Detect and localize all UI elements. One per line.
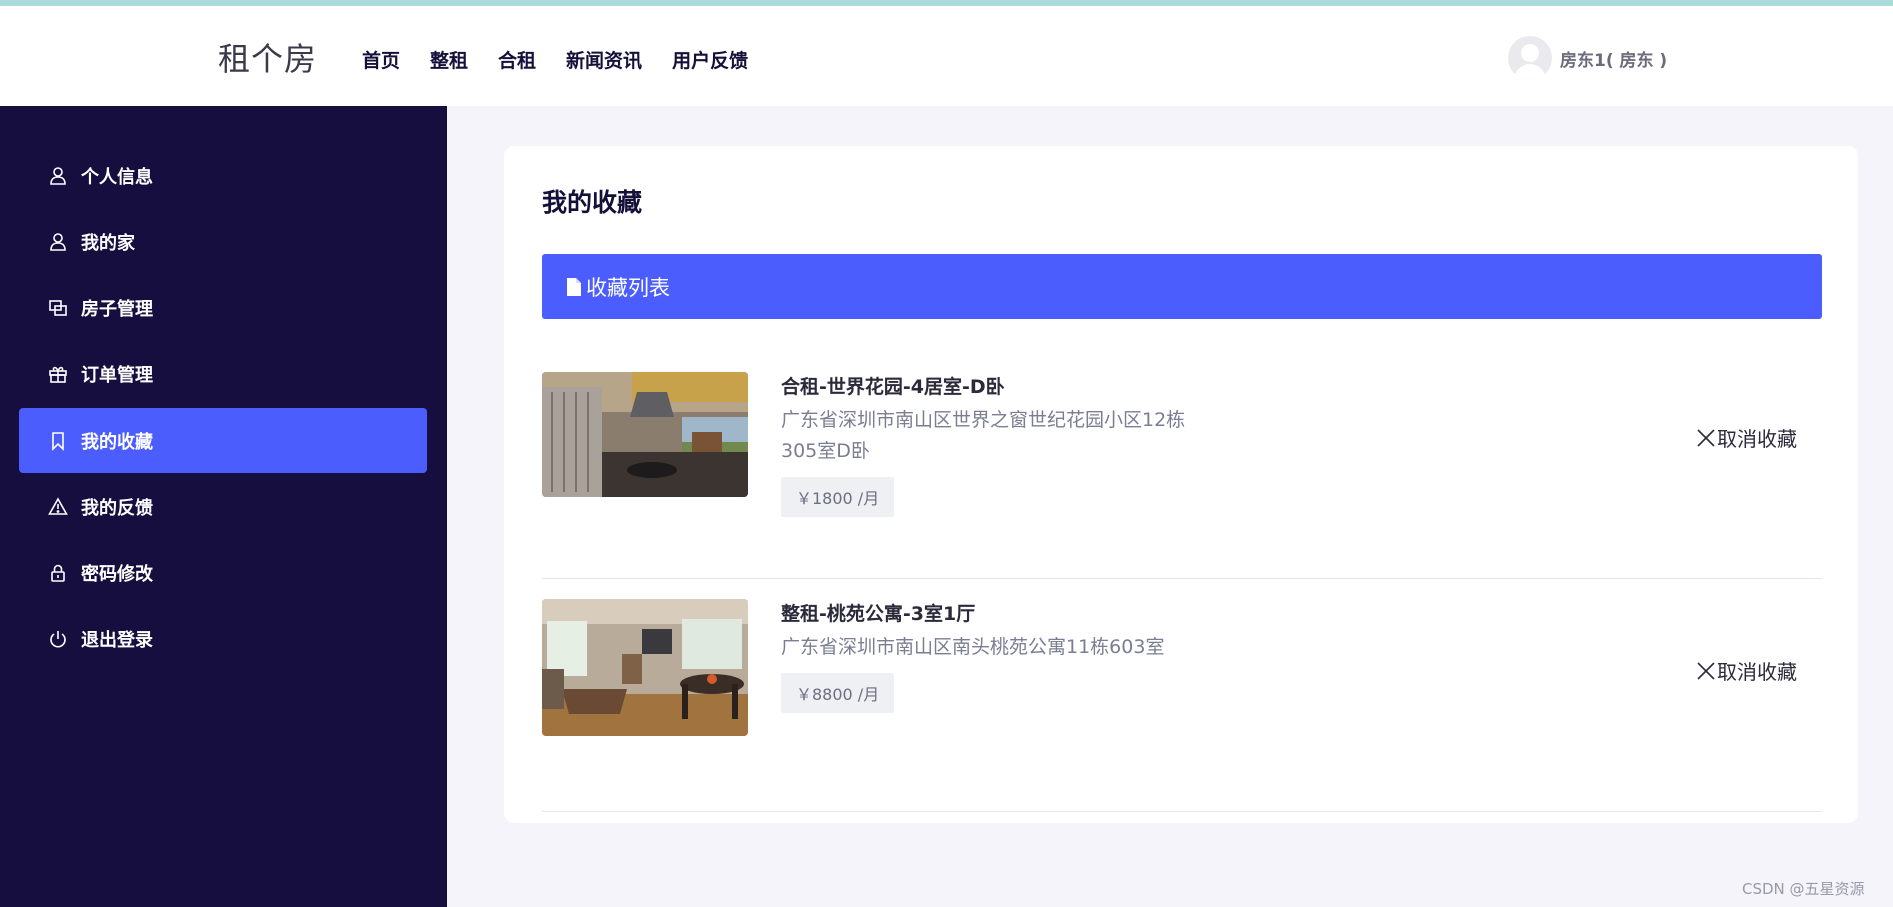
user-avatar-icon[interactable] [1508, 36, 1552, 80]
house-info: 整租-桃苑公寓-3室1厅 广东省深圳市南山区南头桃苑公寓11栋603室 ￥880… [781, 599, 1201, 713]
user-menu[interactable]: 房东1( 房东 ) [1508, 36, 1667, 80]
sidebar-item-label: 密码修改 [81, 563, 153, 585]
header: 租个房 首页 整租 合租 新闻资讯 用户反馈 房东1( 房东 ) [0, 6, 1893, 106]
sidebar-item-label: 房子管理 [81, 298, 153, 320]
nav-feedback[interactable]: 用户反馈 [672, 46, 748, 73]
sidebar-item-my-favorites[interactable]: 我的收藏 [19, 408, 427, 473]
lock-icon [47, 562, 69, 584]
sidebar-item-label: 订单管理 [81, 364, 153, 386]
site-logo[interactable]: 租个房 [218, 34, 317, 80]
price-badge: ￥8800 /月 [781, 673, 895, 713]
power-icon [47, 628, 69, 650]
list-item: 合租-世界花园-4居室-D卧 广东省深圳市南山区世界之窗世纪花园小区12栋305… [542, 346, 1822, 579]
sidebar-item-order-management[interactable]: 订单管理 [19, 341, 427, 406]
sidebar-item-label: 我的家 [81, 232, 135, 254]
cancel-favorite-label: 取消收藏 [1717, 660, 1797, 684]
sidebar-item-change-password[interactable]: 密码修改 [19, 540, 427, 605]
sidebar-item-logout[interactable]: 退出登录 [19, 606, 427, 671]
sidebar-item-my-home[interactable]: 我的家 [19, 209, 427, 274]
user-name[interactable]: 房东1( 房东 ) [1560, 46, 1667, 71]
divider [542, 811, 1822, 812]
close-icon [1697, 661, 1715, 680]
sidebar: 个人信息 我的家 房子管理 订单管理 我的收藏 我的反馈 密码修改 退出登录 [0, 106, 447, 907]
favorites-card: 我的收藏 收藏列表 合租-世界花园-4居室-D卧 广东省深圳市南山区世界之窗世纪… [504, 146, 1858, 823]
nav-whole-rent[interactable]: 整租 [430, 46, 468, 73]
sidebar-item-label: 退出登录 [81, 629, 153, 651]
house-address: 广东省深圳市南山区南头桃苑公寓11栋603室 [781, 636, 1165, 658]
close-icon [1697, 428, 1715, 447]
house-title[interactable]: 合租-世界花园-4居室-D卧 [781, 372, 1201, 399]
cancel-favorite-button[interactable]: 取消收藏 [1697, 656, 1797, 685]
sidebar-item-house-management[interactable]: 房子管理 [19, 275, 427, 340]
house-address: 广东省深圳市南山区世界之窗世纪花园小区12栋305室D卧 [781, 409, 1186, 462]
user-icon [47, 231, 69, 253]
cancel-favorite-button[interactable]: 取消收藏 [1697, 423, 1797, 452]
sidebar-item-profile[interactable]: 个人信息 [19, 143, 427, 208]
house-info: 合租-世界花园-4居室-D卧 广东省深圳市南山区世界之窗世纪花园小区12栋305… [781, 372, 1201, 517]
copy-icon [47, 297, 69, 319]
house-thumbnail[interactable] [542, 372, 748, 497]
page-title: 我的收藏 [542, 188, 643, 217]
cancel-favorite-label: 取消收藏 [1717, 427, 1797, 451]
sidebar-item-label: 我的反馈 [81, 497, 153, 519]
house-thumbnail[interactable] [542, 599, 748, 736]
house-title[interactable]: 整租-桃苑公寓-3室1厅 [781, 599, 1201, 626]
price-badge: ￥1800 /月 [781, 477, 895, 517]
watermark: CSDN @五星资源 [1742, 880, 1865, 898]
sidebar-item-label: 我的收藏 [81, 431, 153, 453]
list-item: 整租-桃苑公寓-3室1厅 广东省深圳市南山区南头桃苑公寓11栋603室 ￥880… [542, 579, 1822, 812]
warning-icon [47, 496, 69, 518]
main-nav: 首页 整租 合租 新闻资讯 用户反馈 [362, 46, 778, 73]
gift-icon [47, 363, 69, 385]
list-header-label: 收藏列表 [586, 275, 670, 300]
favorites-list-header: 收藏列表 [542, 254, 1822, 319]
file-icon [566, 277, 582, 297]
sidebar-item-label: 个人信息 [81, 166, 153, 188]
nav-news[interactable]: 新闻资讯 [566, 46, 642, 73]
user-icon [47, 165, 69, 187]
bookmark-icon [47, 430, 69, 452]
nav-shared-rent[interactable]: 合租 [498, 46, 536, 73]
nav-home[interactable]: 首页 [362, 46, 400, 73]
sidebar-item-my-feedback[interactable]: 我的反馈 [19, 474, 427, 539]
